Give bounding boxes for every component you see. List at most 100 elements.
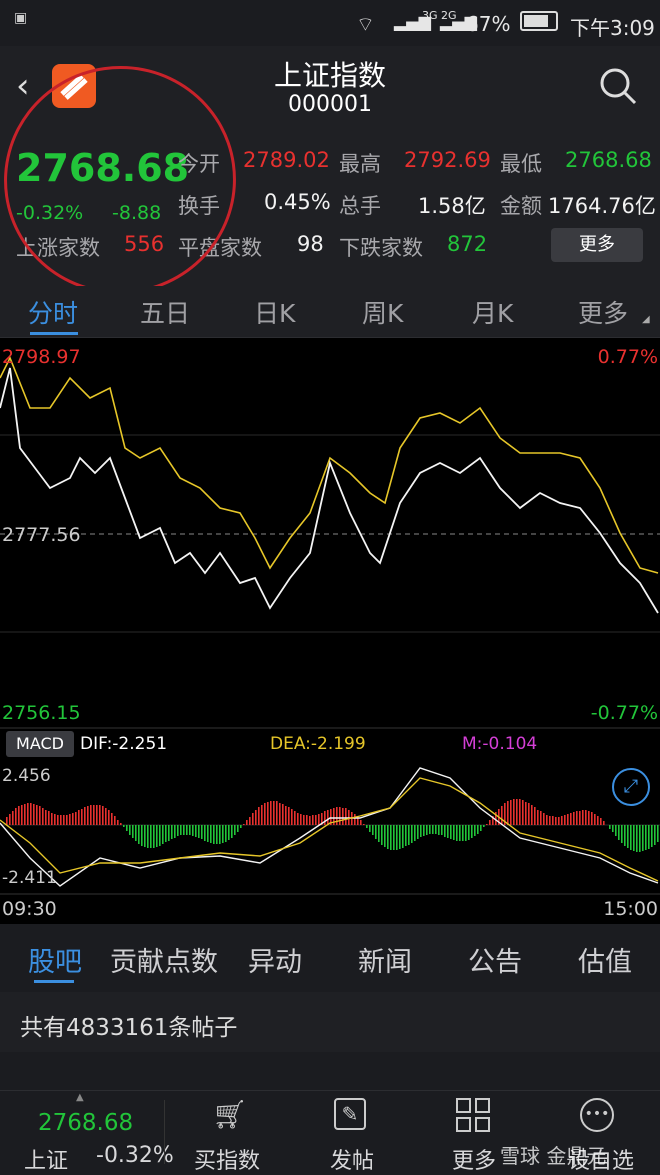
intraday-chart[interactable]: 2798.97 0.77% 2777.56 2756.15 -0.77% MAC… <box>0 338 660 924</box>
macd-bottom-value: -2.411 <box>2 868 57 888</box>
macd-bar <box>450 825 452 839</box>
bottom-index-price[interactable]: 2768.68 <box>38 1110 133 1136</box>
macd-bar <box>147 825 149 848</box>
macd-bar <box>57 815 59 825</box>
macd-bar <box>237 825 239 832</box>
notification-icon: ▣ <box>14 10 28 26</box>
edit-icon: ✎ <box>334 1098 366 1130</box>
tab-five-day[interactable]: 五日 <box>140 294 190 330</box>
macd-bar <box>279 803 281 825</box>
more-button[interactable]: 更多 <box>551 228 643 262</box>
macd-bar <box>516 799 518 825</box>
macd-bar <box>483 825 485 827</box>
wifi-icon: ⌔ <box>356 12 375 36</box>
macd-bar <box>471 825 473 838</box>
macd-bar <box>324 811 326 825</box>
search-icon[interactable] <box>598 66 638 110</box>
macd-bar <box>453 825 455 840</box>
macd-bar <box>186 825 188 835</box>
macd-bar <box>636 825 638 852</box>
macd-bar <box>261 805 263 825</box>
macd-bar <box>66 815 68 825</box>
price-line <box>0 367 659 614</box>
macd-bar <box>27 803 29 825</box>
macd-bar <box>537 810 539 825</box>
expand-icon[interactable]: ⤢ <box>612 768 650 806</box>
macd-bar <box>135 825 137 841</box>
buy-index-button[interactable]: 买指数 <box>194 1143 260 1175</box>
tab-news[interactable]: 新闻 <box>358 940 412 979</box>
tab-forum[interactable]: 股吧 <box>28 940 82 979</box>
macd-bar <box>231 825 233 838</box>
macd-bar <box>105 808 107 825</box>
tab-intraday[interactable]: 分时 <box>28 294 78 330</box>
chart-low-price: 2756.15 <box>2 702 81 724</box>
macd-bar <box>51 813 53 825</box>
macd-bar <box>9 814 11 825</box>
macd-bar <box>375 825 377 839</box>
macd-bar <box>156 825 158 847</box>
flat-count: 98 <box>297 232 324 256</box>
macd-bar <box>228 825 230 840</box>
tab-monthly-k[interactable]: 月K <box>472 294 513 330</box>
macd-bar <box>585 810 587 825</box>
fall-count: 872 <box>447 232 488 256</box>
macd-bar <box>627 825 629 848</box>
macd-bar <box>123 825 125 827</box>
tab-contribution[interactable]: 贡献点数 <box>110 940 218 979</box>
tab-indicator <box>30 332 78 335</box>
macd-bar <box>522 800 524 825</box>
amount-label: 金额 <box>500 194 542 218</box>
macd-bar <box>60 815 62 825</box>
collapse-icon[interactable]: ▲ <box>76 1092 84 1103</box>
tab-more[interactable]: 更多 <box>578 294 628 330</box>
macd-bar <box>369 825 371 832</box>
macd-bar <box>30 803 32 825</box>
macd-bar <box>189 825 191 835</box>
macd-bar <box>249 817 251 825</box>
macd-bar <box>102 806 104 825</box>
macd-dea: DEA:-2.199 <box>270 734 366 754</box>
macd-bar <box>171 825 173 839</box>
tab-daily-k[interactable]: 日K <box>254 294 295 330</box>
macd-bar <box>234 825 236 835</box>
grid-icon <box>456 1098 490 1136</box>
macd-bar <box>402 825 404 848</box>
time-end: 15:00 <box>603 898 658 920</box>
news-tab-indicator <box>34 980 74 983</box>
news-tabs: 股吧 贡献点数 异动 新闻 公告 估值 <box>0 924 660 992</box>
tab-valuation[interactable]: 估值 <box>578 940 632 979</box>
macd-bar <box>552 816 554 825</box>
tab-movement[interactable]: 异动 <box>248 940 302 979</box>
high-value: 2792.69 <box>404 148 491 172</box>
macd-bar <box>438 825 440 835</box>
macd-bar <box>63 815 65 825</box>
macd-bar <box>582 810 584 825</box>
macd-bar <box>381 825 383 845</box>
macd-bar <box>273 801 275 825</box>
macd-bar <box>645 825 647 850</box>
more-menu-button[interactable]: 更多 <box>452 1143 496 1175</box>
macd-bar <box>270 801 272 825</box>
macd-bar <box>72 813 74 825</box>
macd-bar <box>12 811 14 825</box>
macd-bar <box>192 825 194 836</box>
macd-bar <box>246 820 248 825</box>
tab-weekly-k[interactable]: 周K <box>362 294 403 330</box>
macd-bar <box>309 816 311 825</box>
open-value: 2789.02 <box>243 148 330 172</box>
macd-bar <box>618 825 620 840</box>
dea-line <box>0 777 659 882</box>
macd-bar <box>243 824 245 825</box>
macd-bar <box>258 807 260 825</box>
macd-bar <box>486 824 488 825</box>
macd-bar <box>120 823 122 825</box>
macd-bar <box>417 825 419 839</box>
macd-bar <box>168 825 170 841</box>
macd-selector[interactable]: MACD <box>6 731 74 757</box>
macd-bar <box>99 805 101 825</box>
macd-bar <box>219 825 221 844</box>
tab-announcement[interactable]: 公告 <box>468 940 522 979</box>
macd-bar <box>129 825 131 835</box>
post-button[interactable]: 发帖 <box>330 1143 374 1175</box>
